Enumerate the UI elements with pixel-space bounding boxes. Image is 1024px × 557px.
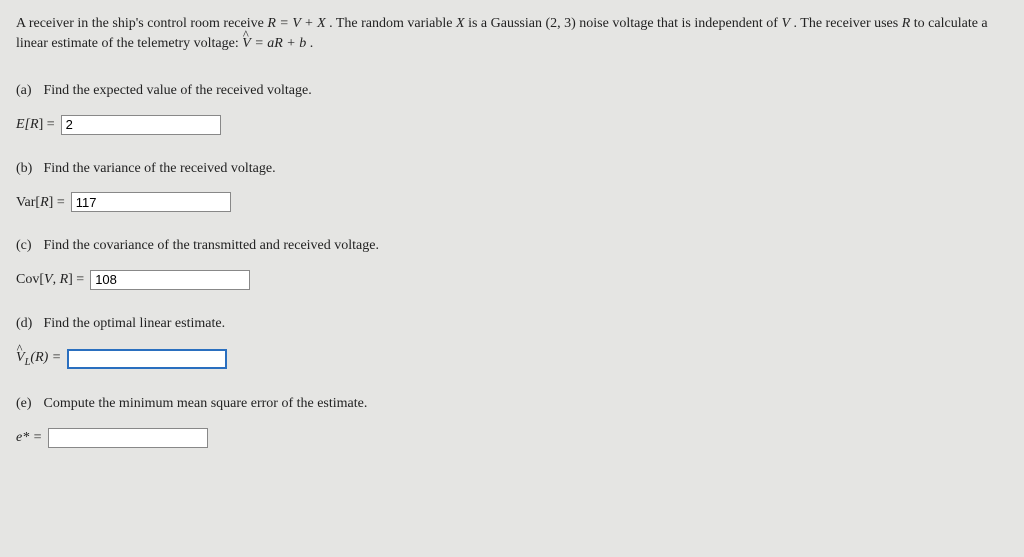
answer-row-d: VL(R) =	[16, 348, 1008, 370]
prompt-text: Find the expected value of the received …	[44, 83, 312, 98]
prompt-a: (a) Find the expected value of the recei…	[16, 81, 1008, 101]
var-x: X	[456, 16, 465, 31]
var-v: V	[781, 16, 790, 31]
lhs-post: ] =	[39, 117, 55, 132]
prompt-text: Find the covariance of the transmitted a…	[44, 238, 379, 253]
prompt-e: (e) Compute the minimum mean square erro…	[16, 394, 1008, 414]
lhs-paren: (R) =	[30, 350, 61, 365]
intro-text: noise voltage that is independent of	[579, 16, 781, 31]
lhs-pre: Cov[	[16, 272, 44, 287]
part-label: (c)	[16, 236, 40, 256]
answer-input-e[interactable]	[48, 428, 208, 448]
part-e: (e) Compute the minimum mean square erro…	[16, 394, 1008, 448]
intro-text: . The random variable	[329, 16, 456, 31]
lhs-comma: ,	[53, 272, 60, 287]
lhs-pre: Var[	[16, 195, 40, 210]
lhs-post: ] =	[68, 272, 84, 287]
prompt-text: Find the optimal linear estimate.	[44, 316, 226, 331]
answer-input-c[interactable]	[90, 270, 250, 290]
lhs-v1: V	[44, 272, 53, 287]
lhs-post: ] =	[49, 195, 65, 210]
intro-text: .	[310, 36, 314, 51]
var-r: R	[902, 16, 911, 31]
prompt-text: Find the variance of the received voltag…	[44, 161, 276, 176]
lhs-a: E[R] =	[16, 115, 55, 135]
part-label: (d)	[16, 314, 40, 334]
intro-text: A receiver in the ship's control room re…	[16, 16, 267, 31]
lhs-var: R	[40, 195, 49, 210]
prompt-c: (c) Find the covariance of the transmitt…	[16, 236, 1008, 256]
intro-text: is a Gaussian	[468, 16, 545, 31]
eq-r-v-x: R = V + X	[267, 16, 325, 31]
lhs-v2: R	[60, 272, 69, 287]
problem-intro: A receiver in the ship's control room re…	[16, 14, 1008, 53]
part-b: (b) Find the variance of the received vo…	[16, 159, 1008, 213]
lhs-var: R	[30, 117, 39, 132]
part-a: (a) Find the expected value of the recei…	[16, 81, 1008, 135]
answer-row-a: E[R] =	[16, 115, 1008, 135]
answer-input-a[interactable]	[61, 115, 221, 135]
answer-row-b: Var[R] =	[16, 192, 1008, 212]
v-hat: V	[16, 348, 25, 368]
part-c: (c) Find the covariance of the transmitt…	[16, 236, 1008, 290]
gaussian-params: (2, 3)	[545, 16, 575, 31]
lhs-b: Var[R] =	[16, 193, 65, 213]
lhs-pre: E[	[16, 117, 30, 132]
lhs-c: Cov[V, R] =	[16, 270, 84, 290]
part-label: (a)	[16, 81, 40, 101]
prompt-b: (b) Find the variance of the received vo…	[16, 159, 1008, 179]
prompt-d: (d) Find the optimal linear estimate.	[16, 314, 1008, 334]
answer-row-e: e* =	[16, 428, 1008, 448]
lhs-d: VL(R) =	[16, 348, 61, 370]
intro-text: . The receiver uses	[794, 16, 902, 31]
answer-row-c: Cov[V, R] =	[16, 270, 1008, 290]
prompt-text: Compute the minimum mean square error of…	[44, 396, 368, 411]
answer-input-b[interactable]	[71, 192, 231, 212]
lhs-e: e* =	[16, 428, 42, 448]
eq-ar-b: = aR + b	[254, 36, 306, 51]
part-d: (d) Find the optimal linear estimate. VL…	[16, 314, 1008, 370]
v-hat: V	[242, 34, 251, 54]
answer-input-d[interactable]	[67, 349, 227, 369]
part-label: (b)	[16, 159, 40, 179]
part-label: (e)	[16, 394, 40, 414]
